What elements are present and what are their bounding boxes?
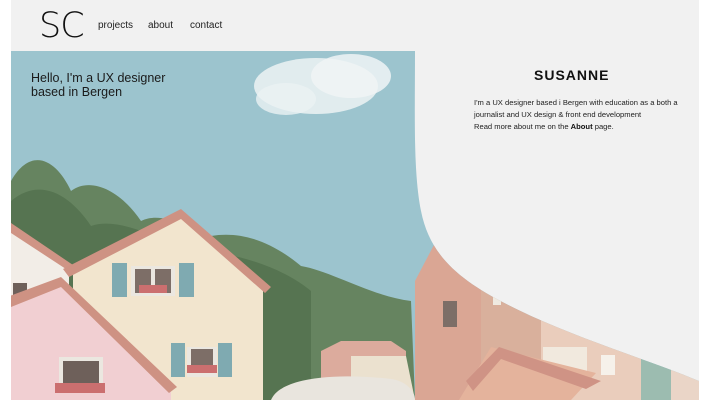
page: SC projects about contact Hello, I'm a U… bbox=[11, 0, 699, 400]
hero-greeting: Hello, I'm a UX designer based in Bergen bbox=[31, 71, 211, 99]
hero-greeting-line2: based in Bergen bbox=[31, 85, 123, 99]
top-nav: SC projects about contact bbox=[11, 0, 699, 51]
profile-more-line: Read more about me on the About page. bbox=[474, 121, 699, 133]
nav-link-contact[interactable]: contact bbox=[190, 20, 222, 32]
profile-more-prefix: Read more about me on the bbox=[474, 122, 571, 131]
nav-link-about[interactable]: about bbox=[148, 20, 173, 32]
hero-greeting-line1: Hello, I'm a UX designer bbox=[31, 71, 166, 85]
profile-bio: I'm a UX designer based i Bergen with ed… bbox=[474, 98, 678, 119]
nav-link-projects[interactable]: projects bbox=[98, 20, 133, 32]
logo[interactable]: SC bbox=[39, 6, 85, 46]
about-page-link[interactable]: About bbox=[571, 122, 593, 131]
profile-name: SUSANNE bbox=[534, 67, 610, 83]
profile-more-suffix: page. bbox=[592, 122, 614, 131]
